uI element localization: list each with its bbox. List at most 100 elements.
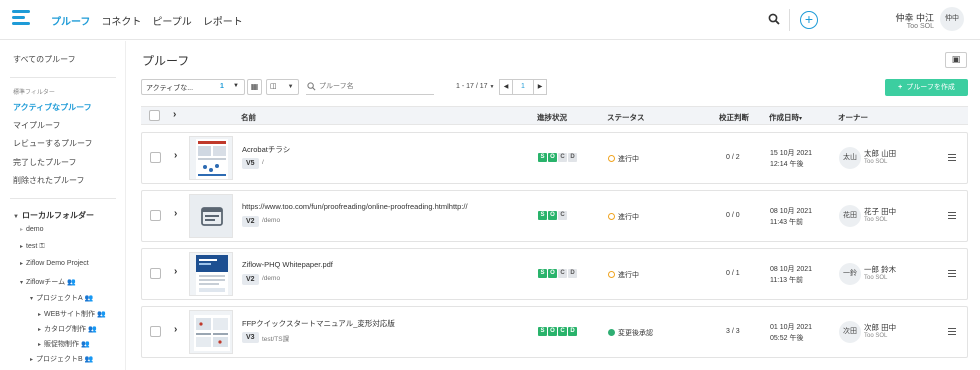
version-badge[interactable]: V5 xyxy=(242,158,259,169)
plus-icon: + xyxy=(898,84,903,91)
add-icon[interactable]: + xyxy=(800,11,818,29)
stage-s[interactable]: S xyxy=(538,327,547,336)
folder-promo[interactable]: ▸ 販促物制作 👥 xyxy=(38,339,90,349)
folder-catalog[interactable]: ▸ カタログ制作 👥 xyxy=(38,324,97,334)
row-checkbox[interactable] xyxy=(150,210,161,221)
proof-search-input[interactable] xyxy=(306,79,434,95)
folder-test[interactable]: ▸ test ⚿ xyxy=(20,243,45,251)
ziflow-logo-icon[interactable] xyxy=(12,10,30,28)
proof-path[interactable]: test/TS課 xyxy=(262,333,289,343)
proof-thumbnail[interactable] xyxy=(189,252,233,296)
top-bar: プルーフ コネクト ピープル レポート + 仲幸 中江 Too SOL 仲中 xyxy=(0,0,980,40)
prev-page-button[interactable]: ◀ xyxy=(499,79,513,95)
filter-dropdown[interactable]: アクティブな... 1 ▼ xyxy=(141,79,245,95)
select-all-checkbox[interactable] xyxy=(149,110,160,121)
stage-c[interactable]: C xyxy=(558,269,567,278)
stage-o[interactable]: O xyxy=(548,327,557,336)
version-badge[interactable]: V2 xyxy=(242,274,259,285)
stage-s[interactable]: S xyxy=(538,153,547,162)
folder-ziflow-demo[interactable]: ▸ Ziflow Demo Project xyxy=(20,260,89,267)
row-menu-icon[interactable] xyxy=(948,328,956,337)
stage-o[interactable]: O xyxy=(548,211,557,220)
next-page-button[interactable]: ▶ xyxy=(533,79,547,95)
table-row[interactable]: › Acrobatチラシ V5 / S O C D 進行中 0 / 2 15 1… xyxy=(141,132,968,184)
columns-icon: ◫ xyxy=(270,83,277,90)
stage-s[interactable]: S xyxy=(538,269,547,278)
nav-reports[interactable]: レポート xyxy=(203,13,243,28)
local-folders-header[interactable]: ▼ ローカルフォルダー xyxy=(13,210,94,221)
row-checkbox[interactable] xyxy=(150,152,161,163)
proof-path[interactable]: /demo xyxy=(262,217,280,224)
expand-row-icon[interactable]: › xyxy=(174,208,177,219)
folder-demo[interactable]: ▸ demo xyxy=(20,226,44,233)
stage-o[interactable]: O xyxy=(548,153,557,162)
column-created[interactable]: 作成日時▾ xyxy=(769,112,802,123)
owner-avatar: 一鈴 xyxy=(839,263,861,285)
layout-dropdown[interactable]: ◫ ▼ xyxy=(266,79,299,95)
filter-label: アクティブな... xyxy=(146,85,194,92)
pending-icon xyxy=(608,271,615,278)
expand-row-icon[interactable]: › xyxy=(174,150,177,161)
create-proof-button[interactable]: + プルーフを作成 xyxy=(885,79,968,96)
folder-project-b[interactable]: ▸ プロジェクトB 👥 xyxy=(30,354,93,364)
created-time: 11:43 午前 xyxy=(770,219,803,226)
proof-path[interactable]: / xyxy=(262,159,264,166)
table-row[interactable]: › https://www.too.com/fun/proofreading/o… xyxy=(141,190,968,242)
expand-row-icon[interactable]: › xyxy=(174,324,177,335)
sidebar-filter-review[interactable]: レビューするプルーフ xyxy=(13,138,93,149)
search-icon[interactable] xyxy=(768,13,780,25)
row-menu-icon[interactable] xyxy=(948,212,956,221)
sidebar-filter-my[interactable]: マイプルーフ xyxy=(13,120,61,131)
column-proof-decision[interactable]: 校正判断 xyxy=(719,112,749,123)
version-badge[interactable]: V2 xyxy=(242,216,259,227)
nav-connect[interactable]: コネクト xyxy=(101,13,141,28)
created-time: 12:14 午後 xyxy=(770,161,804,168)
column-owner[interactable]: オーナー xyxy=(838,112,868,123)
row-checkbox[interactable] xyxy=(150,268,161,279)
sidebar-filter-active[interactable]: アクティブなプルーフ xyxy=(13,102,92,113)
folder-web[interactable]: ▸ WEBサイト制作 👥 xyxy=(38,309,106,319)
flyer-thumbnail-image xyxy=(196,139,228,179)
folder-ziflow-team[interactable]: ▾ Ziflowチーム 👥 xyxy=(20,277,76,287)
grid-view-button[interactable]: ▦ xyxy=(247,79,262,95)
proof-name[interactable]: Ziflow-PHQ Whitepaper.pdf xyxy=(242,260,333,269)
column-name[interactable]: 名前 xyxy=(241,112,256,123)
page-number[interactable]: 1 xyxy=(513,79,533,95)
column-progress[interactable]: 進捗状況 xyxy=(537,112,567,123)
table-row[interactable]: › FFPクイックスタートマニュアル_変形対応版 V3 test/TS課 S O… xyxy=(141,306,968,358)
folder-label: プロジェクトB xyxy=(36,356,83,363)
version-badge[interactable]: V3 xyxy=(242,332,259,343)
proof-thumbnail[interactable] xyxy=(189,136,233,180)
proof-thumbnail[interactable] xyxy=(189,310,233,354)
sidebar-filter-deleted[interactable]: 削除されたプルーフ xyxy=(13,175,85,186)
stage-s[interactable]: S xyxy=(538,211,547,220)
stage-c[interactable]: C xyxy=(558,153,567,162)
table-row[interactable]: › Ziflow-PHQ Whitepaper.pdf V2 /demo S O… xyxy=(141,248,968,300)
row-menu-icon[interactable] xyxy=(948,270,956,279)
user-avatar[interactable]: 仲中 xyxy=(940,7,964,31)
status-cell: 変更後承認 xyxy=(608,328,653,338)
proof-name[interactable]: Acrobatチラシ xyxy=(242,144,290,155)
row-menu-icon[interactable] xyxy=(948,154,956,163)
stage-d[interactable]: D xyxy=(568,327,577,336)
new-folder-button[interactable]: ▣ xyxy=(945,52,967,68)
proof-path[interactable]: /demo xyxy=(262,275,280,282)
column-status[interactable]: ステータス xyxy=(607,112,645,123)
stage-d[interactable]: D xyxy=(568,153,577,162)
nav-proofs[interactable]: プルーフ xyxy=(51,13,90,28)
proof-name[interactable]: FFPクイックスタートマニュアル_変形対応版 xyxy=(242,318,395,329)
stage-c[interactable]: C xyxy=(558,211,567,220)
expand-all-icon[interactable]: › xyxy=(173,109,176,120)
sidebar-filter-completed[interactable]: 完了したプルーフ xyxy=(13,157,77,168)
row-checkbox[interactable] xyxy=(150,326,161,337)
stage-d[interactable]: D xyxy=(568,269,577,278)
sidebar-all-proofs[interactable]: すべてのプルーフ xyxy=(13,54,76,65)
stage-o[interactable]: O xyxy=(548,269,557,278)
caret-down-icon[interactable]: ▼ xyxy=(489,84,494,90)
proof-thumbnail[interactable] xyxy=(189,194,233,238)
nav-people[interactable]: ピープル xyxy=(152,13,191,28)
expand-row-icon[interactable]: › xyxy=(174,266,177,277)
proof-name[interactable]: https://www.too.com/fun/proofreading/onl… xyxy=(242,202,468,211)
stage-c[interactable]: C xyxy=(558,327,567,336)
folder-project-a[interactable]: ▾ プロジェクトA 👥 xyxy=(30,293,93,303)
